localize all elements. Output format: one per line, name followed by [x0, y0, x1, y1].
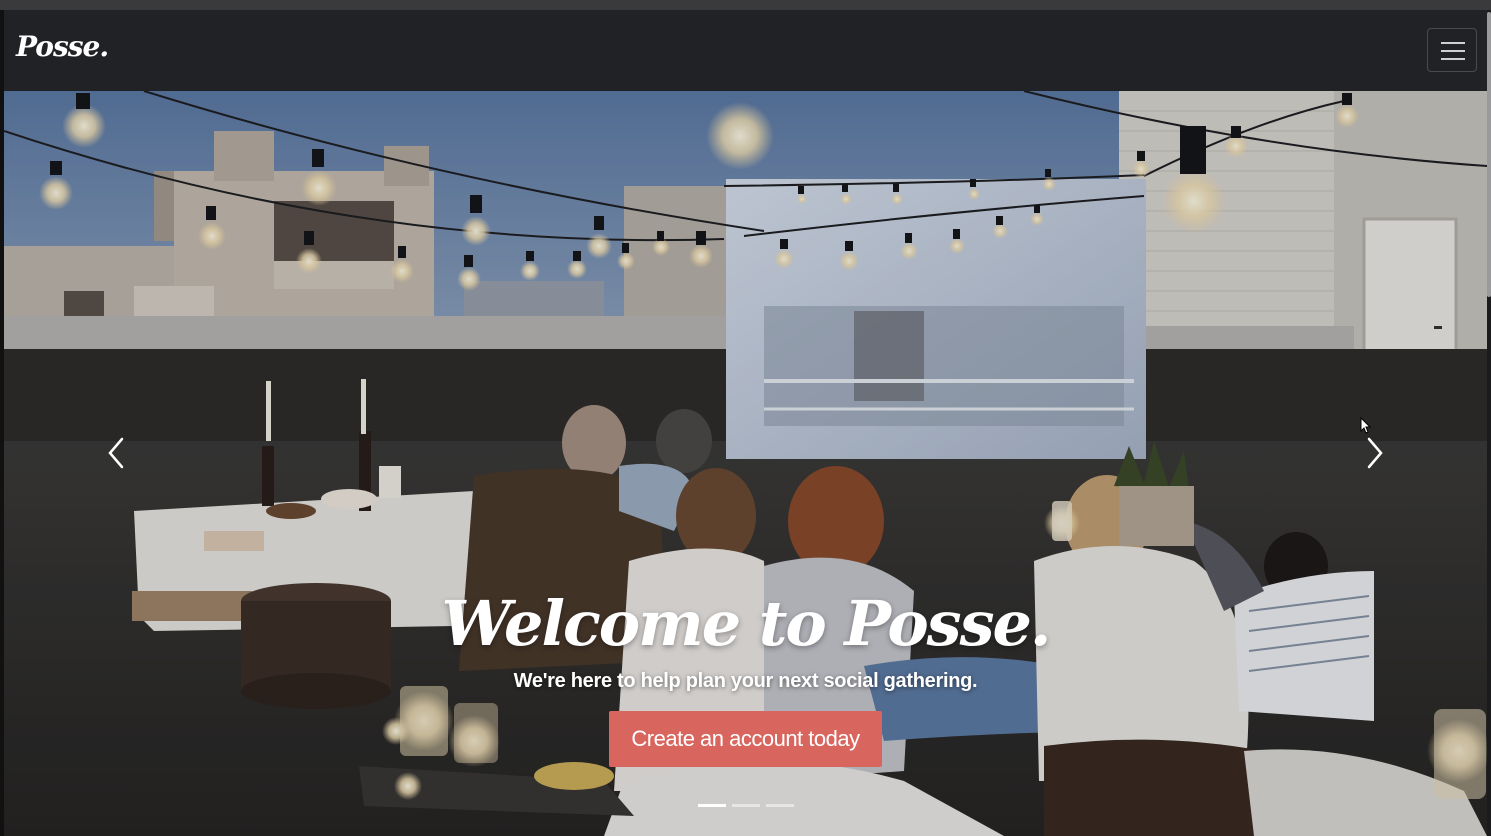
chevron-left-icon — [108, 437, 124, 469]
carousel-indicator-2[interactable] — [731, 804, 760, 807]
hamburger-menu-icon-bar — [1441, 50, 1465, 52]
navbar: Posse. — [4, 10, 1487, 91]
carousel-indicators — [4, 804, 1487, 807]
browser-viewport: Posse. Welcome to Posse. We're here to h… — [0, 0, 1491, 836]
mouse-cursor-icon — [1360, 417, 1372, 434]
scrollbar-thumb[interactable] — [1487, 12, 1491, 297]
carousel-indicator-3[interactable] — [765, 804, 794, 807]
hamburger-menu-icon — [1441, 42, 1465, 44]
hero-title: Welcome to Posse. — [441, 587, 1051, 660]
hamburger-menu-icon-bar — [1441, 58, 1465, 60]
create-account-button[interactable]: Create an account today — [609, 711, 882, 767]
hero-carousel: Welcome to Posse. We're here to help pla… — [4, 91, 1487, 836]
carousel-indicator-1[interactable] — [697, 804, 726, 807]
chevron-right-icon — [1367, 437, 1383, 469]
carousel-prev-button[interactable] — [96, 431, 136, 475]
menu-toggle-button[interactable] — [1427, 28, 1477, 72]
hero-subtitle: We're here to help plan your next social… — [513, 670, 978, 692]
brand-logo[interactable]: Posse. — [16, 30, 109, 63]
carousel-caption: Welcome to Posse. We're here to help pla… — [4, 587, 1487, 767]
window-top-edge — [0, 0, 1491, 10]
carousel-next-button[interactable] — [1355, 431, 1395, 475]
